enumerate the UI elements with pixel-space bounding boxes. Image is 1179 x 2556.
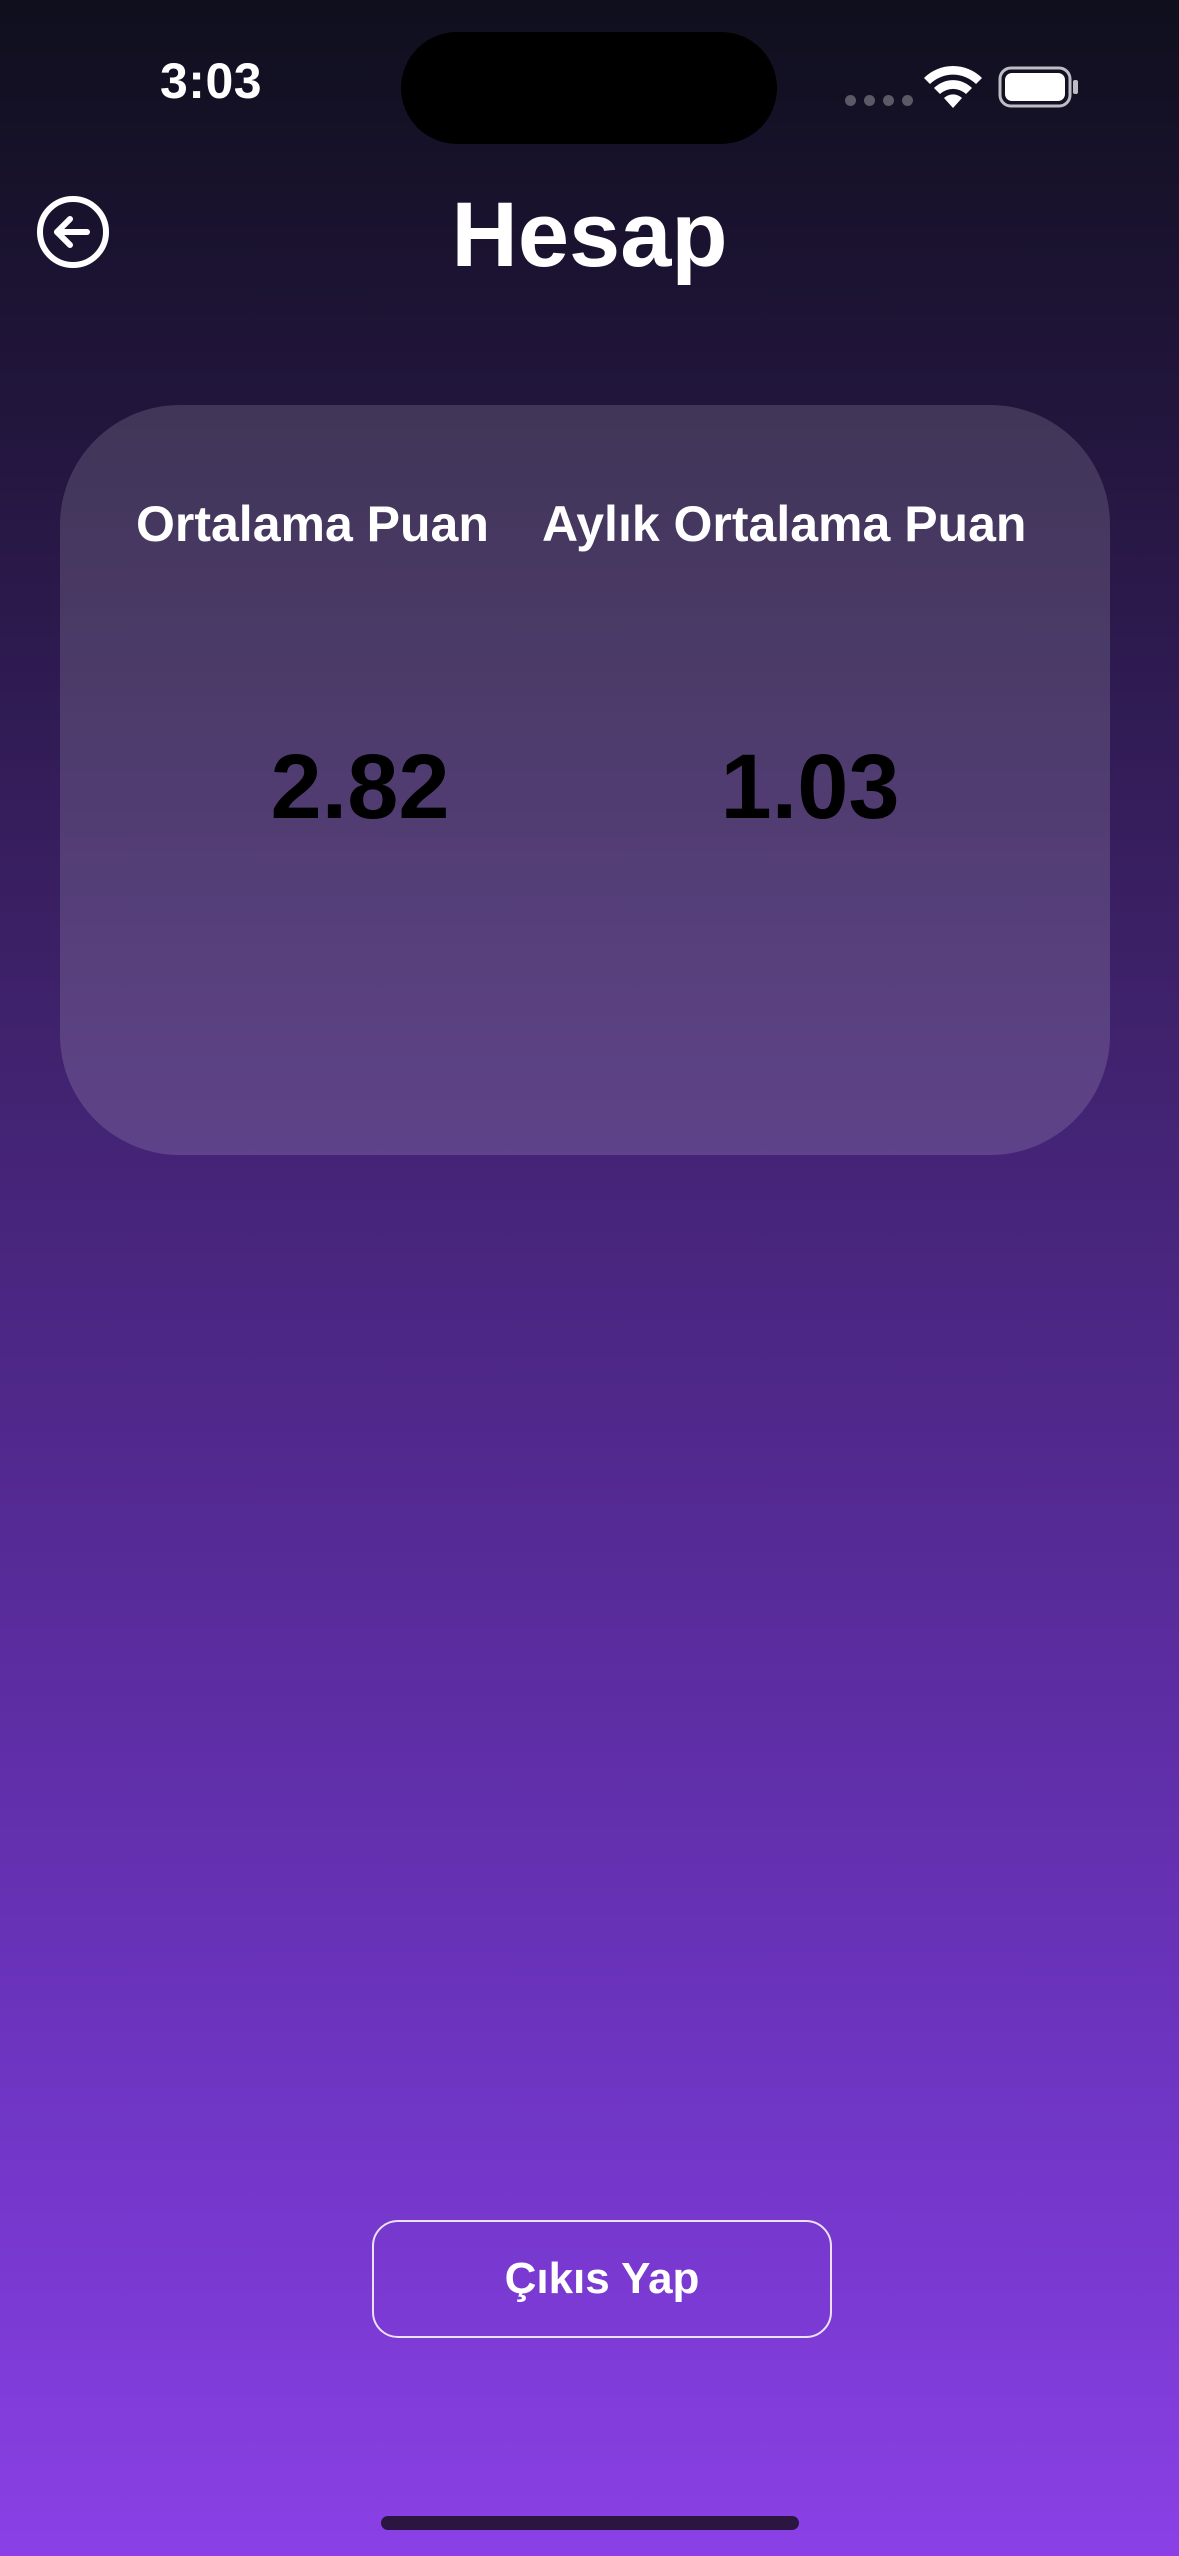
- stats-card: Ortalama Puan Aylık Ortalama Puan 2.82 1…: [60, 405, 1110, 1155]
- monthly-average-score-value: 1.03: [720, 736, 900, 838]
- monthly-average-score-label: Aylık Ortalama Puan: [542, 496, 1027, 552]
- wifi-icon: [924, 65, 982, 108]
- average-score-value: 2.82: [270, 736, 450, 838]
- home-indicator: [381, 2516, 799, 2530]
- average-score-label: Ortalama Puan: [136, 496, 489, 552]
- dynamic-island: [401, 32, 777, 144]
- battery-icon: [998, 66, 1078, 108]
- cellular-signal-icon: [845, 95, 913, 106]
- status-time: 3:03: [160, 53, 263, 109]
- page-title: Hesap: [451, 184, 728, 286]
- logout-button[interactable]: Çıkıs Yap: [372, 2220, 832, 2338]
